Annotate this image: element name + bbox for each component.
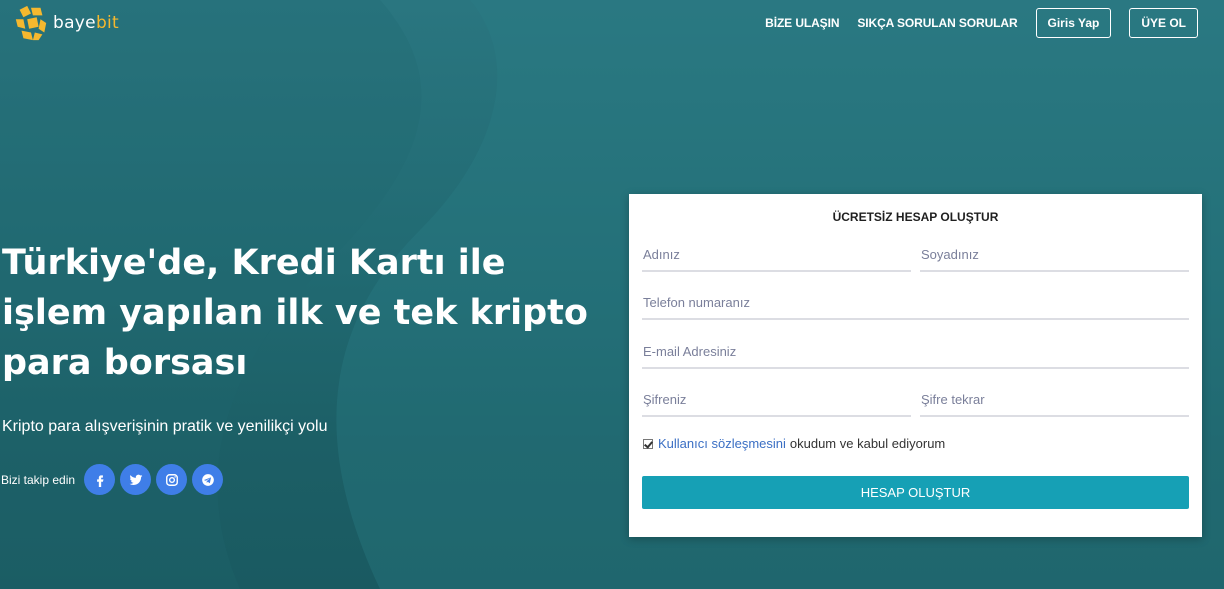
twitter-button[interactable]: [120, 464, 152, 495]
follow-label: Bizi takip edin: [1, 472, 76, 487]
create-account-button[interactable]: HESAP OLUŞTUR: [642, 476, 1189, 509]
top-nav: BİZE ULAŞIN SIKÇA SORULAN SORULAR Giris …: [765, 8, 1198, 38]
agreement-link[interactable]: Kullanıcı sözleşmesini: [658, 436, 786, 451]
phone-input[interactable]: Telefon numaranız: [642, 290, 1189, 320]
nav-faq-link[interactable]: SIKÇA SORULAN SORULAR: [857, 16, 1017, 30]
signup-button[interactable]: ÜYE OL: [1129, 8, 1198, 38]
nav-contact-link[interactable]: BİZE ULAŞIN: [765, 16, 839, 30]
facebook-icon: [96, 474, 104, 487]
instagram-icon: [165, 473, 178, 486]
hero-subtitle: Kripto para alışverişinin pratik ve yeni…: [2, 418, 328, 435]
agreement-checkbox[interactable]: [643, 438, 653, 449]
brand-logo[interactable]: bayebit: [12, 4, 119, 42]
social-follow: Bizi takip edin: [1, 464, 228, 495]
agreement-text: okudum ve kabul ediyorum: [789, 436, 946, 451]
form-title: ÜCRETSİZ HESAP OLUŞTUR: [832, 210, 999, 224]
brand-name: bayebit: [53, 13, 120, 33]
first-name-input[interactable]: Adınız: [642, 242, 911, 272]
password-repeat-input[interactable]: Şifre tekrar: [920, 387, 1189, 417]
instagram-button[interactable]: [156, 464, 188, 495]
bayebit-logo-icon: [15, 5, 47, 41]
email-input[interactable]: E-mail Adresiniz: [642, 339, 1189, 369]
password-input[interactable]: Şifreniz: [642, 387, 911, 417]
telegram-button[interactable]: [192, 464, 224, 495]
telegram-icon: [201, 473, 214, 486]
last-name-input[interactable]: Soyadınız: [920, 242, 1189, 272]
hero-title: Türkiye'de, Kredi Kartı ile işlem yapıla…: [2, 243, 588, 383]
login-button[interactable]: Giris Yap: [1035, 8, 1112, 38]
signup-form: ÜCRETSİZ HESAP OLUŞTUR Adınız Soyadınız …: [629, 194, 1202, 537]
facebook-button[interactable]: [84, 464, 116, 495]
twitter-icon: [129, 474, 142, 485]
agreement-row: Kullanıcı sözleşmesini okudum ve kabul e…: [643, 436, 945, 451]
